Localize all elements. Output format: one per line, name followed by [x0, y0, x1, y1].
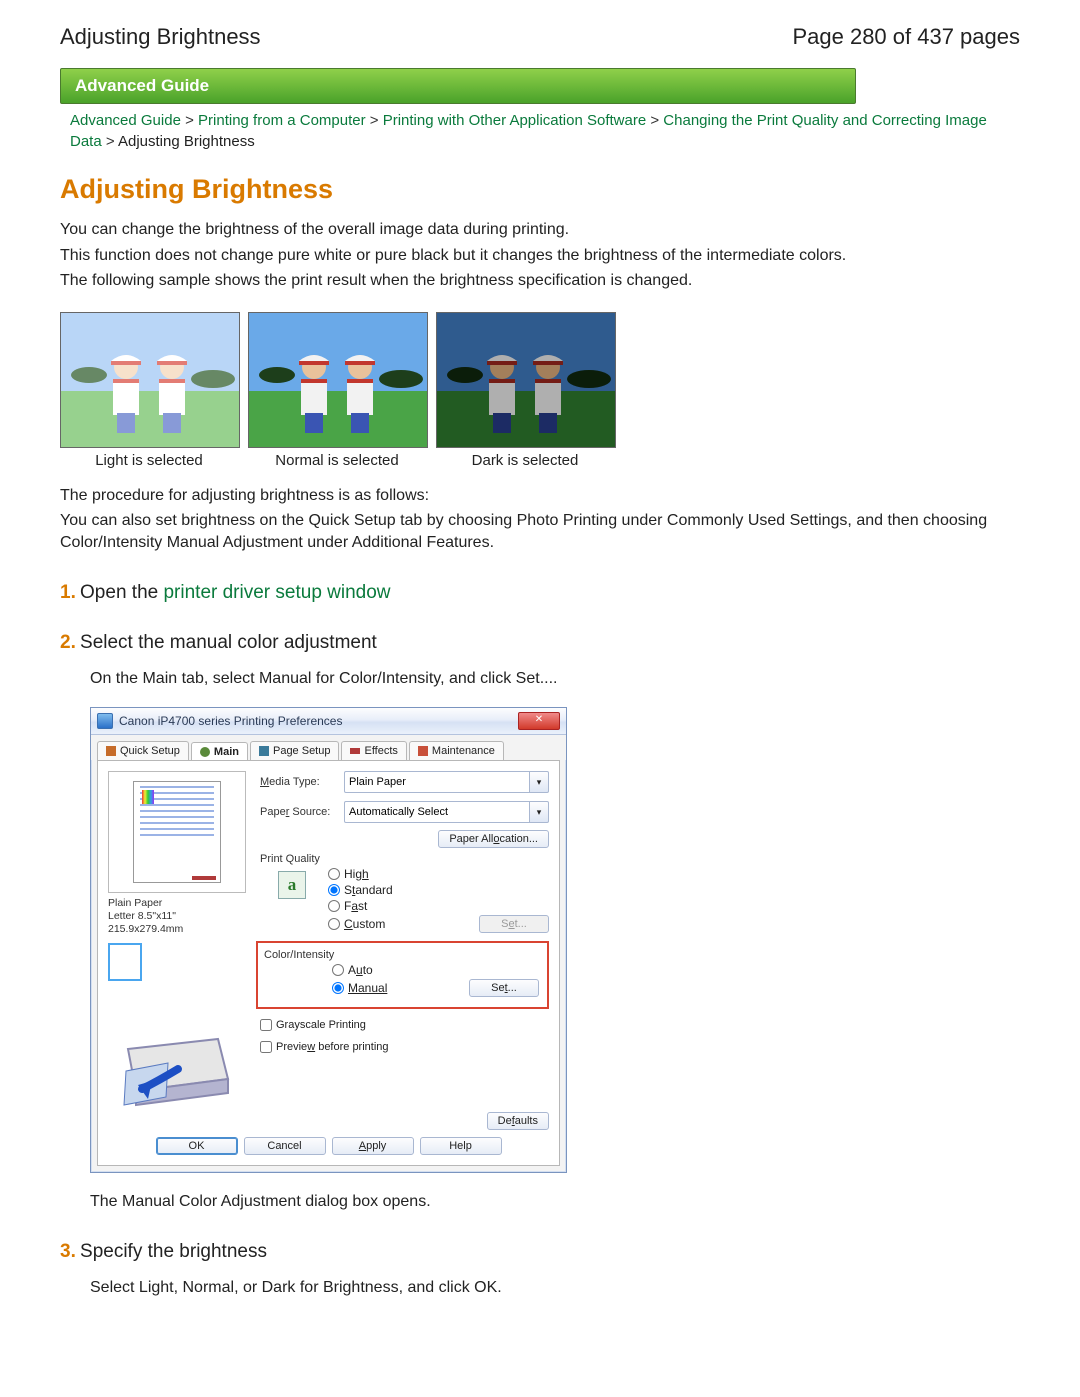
page-preview — [108, 771, 246, 893]
printer-driver-setup-link[interactable]: printer driver setup window — [163, 582, 390, 603]
help-button[interactable]: Help — [420, 1137, 502, 1155]
step-number: 3. — [60, 1241, 76, 1262]
tab-main[interactable]: Main — [191, 742, 248, 761]
tab-pane-main: Plain Paper Letter 8.5"x11" 215.9x279.4m… — [97, 760, 560, 1166]
paper-allocation-button[interactable]: Paper Allocation... — [438, 830, 549, 848]
media-type-combo[interactable]: ▾ — [344, 771, 549, 793]
close-button[interactable]: ✕ — [518, 712, 560, 730]
defaults-button[interactable]: Defaults — [487, 1112, 549, 1130]
breadcrumb-item[interactable]: Printing from a Computer — [198, 112, 366, 129]
cancel-button[interactable]: Cancel — [244, 1137, 326, 1155]
quality-option-standard[interactable]: Standard — [328, 883, 549, 897]
sample-caption: Normal is selected — [248, 452, 426, 469]
brightness-samples: Light is selected — [60, 312, 1020, 469]
ok-button[interactable]: OK — [156, 1137, 238, 1155]
tab-page-setup[interactable]: Page Setup — [250, 741, 340, 760]
apply-button[interactable]: Apply — [332, 1137, 414, 1155]
paper-source-label: Paper Source: — [260, 806, 344, 818]
step-closing: The Manual Color Adjustment dialog box o… — [90, 1191, 1020, 1213]
sample-image-normal — [248, 312, 428, 448]
step-body: Select Light, Normal, or Dark for Bright… — [90, 1277, 1020, 1299]
media-type-input[interactable] — [344, 771, 530, 793]
quality-option-high[interactable]: High — [328, 867, 549, 881]
dialog-titlebar: Canon iP4700 series Printing Preferences… — [91, 708, 566, 735]
step-2: 2. Select the manual color adjustment On… — [60, 632, 1020, 1213]
quality-option-custom[interactable]: Custom Set... — [328, 915, 549, 933]
orientation-preview — [108, 943, 142, 981]
breadcrumb-current: Adjusting Brightness — [118, 133, 255, 150]
step-number: 1. — [60, 582, 76, 603]
step-title: Specify the brightness — [80, 1241, 267, 1262]
section-banner: Advanced Guide — [60, 68, 856, 104]
tray-illustration — [108, 1009, 238, 1109]
dialog-footer-buttons: OK Cancel Apply Help — [108, 1137, 549, 1155]
step-number: 2. — [60, 632, 76, 653]
dialog-tabs: Quick Setup Main Page Setup Effects Main… — [91, 735, 566, 760]
breadcrumb-item[interactable]: Printing with Other Application Software — [383, 112, 646, 129]
intro-text: This function does not change pure white… — [60, 245, 1020, 267]
sample-image-light — [60, 312, 240, 448]
media-type-label: Media Type: — [260, 776, 344, 788]
article-heading: Adjusting Brightness — [60, 174, 1020, 205]
quality-icon: a — [278, 871, 306, 899]
printing-preferences-dialog: Canon iP4700 series Printing Preferences… — [90, 707, 567, 1173]
tab-effects[interactable]: Effects — [341, 741, 406, 760]
page-indicator: Page 280 of 437 pages — [792, 24, 1020, 50]
paper-source-input[interactable] — [344, 801, 530, 823]
step-1: 1. Open the printer driver setup window — [60, 582, 1020, 604]
page-title: Adjusting Brightness — [60, 24, 261, 50]
preview-checkbox[interactable]: Preview before printing — [260, 1041, 549, 1053]
ci-option-auto[interactable]: Auto — [332, 963, 539, 977]
quality-option-fast[interactable]: Fast — [328, 899, 549, 913]
sample-caption: Light is selected — [60, 452, 238, 469]
step-title: Select the manual color adjustment — [80, 632, 377, 653]
dialog-title: Canon iP4700 series Printing Preferences — [119, 714, 518, 728]
chevron-down-icon[interactable]: ▾ — [530, 771, 549, 793]
procedure-note: You can also set brightness on the Quick… — [60, 510, 1020, 553]
ci-set-button[interactable]: Set... — [469, 979, 539, 997]
tab-quick-setup[interactable]: Quick Setup — [97, 741, 189, 760]
procedure-intro: The procedure for adjusting brightness i… — [60, 485, 1020, 507]
paper-source-combo[interactable]: ▾ — [344, 801, 549, 823]
quality-set-button: Set... — [479, 915, 549, 933]
breadcrumb: Advanced Guide > Printing from a Compute… — [70, 110, 1020, 152]
sample-image-dark — [436, 312, 616, 448]
app-icon — [97, 713, 113, 729]
step-body: On the Main tab, select Manual for Color… — [90, 668, 1020, 690]
color-intensity-group: Color/Intensity Auto Manual Set... — [256, 941, 549, 1009]
grayscale-checkbox[interactable]: Grayscale Printing — [260, 1019, 549, 1031]
tab-maintenance[interactable]: Maintenance — [409, 741, 504, 760]
chevron-down-icon[interactable]: ▾ — [530, 801, 549, 823]
ci-option-manual[interactable]: Manual Set... — [332, 979, 539, 997]
page-header: Adjusting Brightness Page 280 of 437 pag… — [60, 24, 1020, 50]
sample-caption: Dark is selected — [436, 452, 614, 469]
paper-info: Plain Paper Letter 8.5"x11" 215.9x279.4m… — [108, 897, 246, 936]
color-intensity-label: Color/Intensity — [264, 949, 539, 961]
intro-text: You can change the brightness of the ove… — [60, 219, 1020, 241]
breadcrumb-item[interactable]: Advanced Guide — [70, 112, 181, 129]
intro-text: The following sample shows the print res… — [60, 270, 1020, 292]
step-3: 3. Specify the brightness Select Light, … — [60, 1241, 1020, 1299]
print-quality-label: Print Quality — [260, 853, 549, 865]
